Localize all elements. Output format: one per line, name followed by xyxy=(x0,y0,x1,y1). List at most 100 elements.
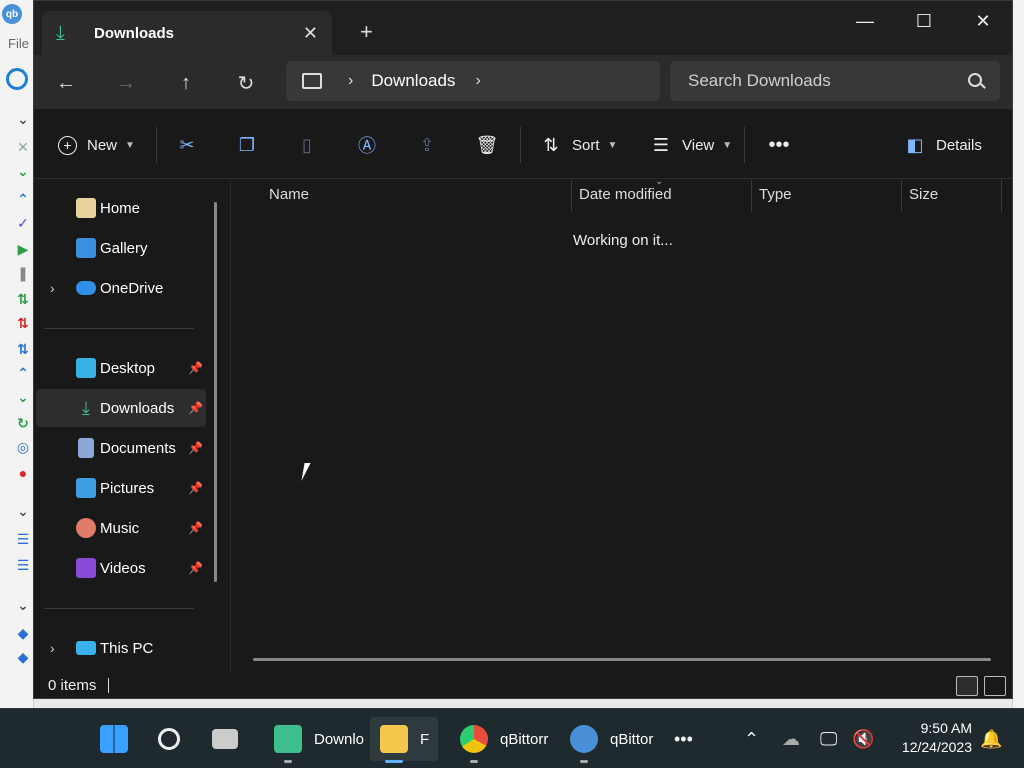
bg-chevron3-icon[interactable]: ⌄ xyxy=(14,596,32,614)
new-tab-button[interactable]: + xyxy=(360,21,373,43)
show-hidden-icons-chevron-icon[interactable]: ⌃ xyxy=(744,729,759,750)
sort-button[interactable]: ⇅ Sort ▼ xyxy=(540,133,617,157)
tiles-view-button[interactable] xyxy=(984,676,1006,696)
bg-error-icon[interactable]: ● xyxy=(14,464,32,482)
pin-icon[interactable]: 📌 xyxy=(188,441,203,455)
view-button[interactable]: ☰ View ▼ xyxy=(650,133,732,157)
address-bar[interactable]: › Downloads › xyxy=(286,61,660,101)
details-view-button[interactable] xyxy=(956,676,978,696)
taskbar-app-label: Downlo xyxy=(314,730,365,748)
bg-play-icon[interactable]: ▶ xyxy=(14,240,32,258)
bg-chevron2-icon[interactable]: ⌄ xyxy=(14,502,32,520)
pin-icon[interactable]: 📌 xyxy=(188,561,203,575)
taskbar-app-file-explorer[interactable]: F xyxy=(370,717,438,763)
bg-sort-blue-icon[interactable]: ⇅ xyxy=(14,340,32,358)
column-divider[interactable] xyxy=(751,180,752,212)
pin-icon[interactable]: 📌 xyxy=(188,361,203,375)
chevron-right-icon[interactable]: › xyxy=(50,280,55,296)
column-header-date-modified[interactable]: Date modified xyxy=(579,186,672,203)
column-divider[interactable] xyxy=(901,180,902,212)
see-more-button[interactable]: ••• xyxy=(768,133,790,157)
maximize-button[interactable]: ☐ xyxy=(901,9,947,33)
notification-bell-icon[interactable]: 🔔 xyxy=(980,729,1002,750)
taskbar-app-downloads[interactable]: Downlo xyxy=(274,717,365,763)
search-icon[interactable] xyxy=(968,73,982,87)
pin-icon[interactable]: 📌 xyxy=(188,521,203,535)
horizontal-scrollbar[interactable] xyxy=(253,658,991,661)
delete-button[interactable]: 🗑 xyxy=(476,133,499,157)
bg-up2-icon[interactable]: ⌃ xyxy=(14,364,32,382)
background-app-window: qb File ⌄ ✕ ⌄ ⌃ ✓ ▶ ❚ ⇅ ⇅ ⇅ ⌃ ⌄ ↻ ◎ ● ⌄ … xyxy=(0,0,34,708)
bg-target-icon[interactable]: ◎ xyxy=(14,438,32,456)
cut-button[interactable]: ✂ xyxy=(176,133,198,157)
search-input[interactable] xyxy=(670,61,1000,101)
bg-chevron-icon[interactable]: ⌄ xyxy=(14,110,32,128)
bg-list2-icon[interactable]: ☰ xyxy=(14,556,32,574)
command-bar: + New ▼ ✂ ❐ ▯ Ⓐ ⇪ 🗑 ⇅ Sort ▼ ☰ View ▼ ••… xyxy=(34,109,1012,179)
copy-button[interactable]: ❐ xyxy=(236,133,258,157)
sidebar-item-documents[interactable]: Documents 📌 xyxy=(36,429,206,467)
sidebar-item-music[interactable]: Music 📌 xyxy=(36,509,206,547)
close-window-button[interactable]: ✕ xyxy=(960,9,1006,33)
sidebar-item-desktop[interactable]: Desktop 📌 xyxy=(36,349,206,387)
sidebar-item-home[interactable]: Home xyxy=(36,189,206,227)
refresh-button[interactable]: ↻ xyxy=(232,69,260,97)
network-icon[interactable]: 🖵 xyxy=(820,729,837,750)
pin-icon[interactable]: 📌 xyxy=(188,481,203,495)
column-divider[interactable] xyxy=(571,180,572,212)
onedrive-offline-icon[interactable]: ☁ xyxy=(782,729,800,750)
sidebar-item-videos[interactable]: Videos 📌 xyxy=(36,549,206,587)
taskbar-app-chrome[interactable]: qBittorr xyxy=(460,717,548,763)
breadcrumb-downloads[interactable]: Downloads xyxy=(371,71,455,91)
tab-title: Downloads xyxy=(94,24,175,42)
bg-pause-icon[interactable]: ❚ xyxy=(14,264,32,282)
paste-button[interactable]: ▯ xyxy=(296,133,318,157)
this-pc-icon[interactable] xyxy=(302,73,322,89)
back-button[interactable]: ← xyxy=(52,69,80,97)
column-header-size[interactable]: Size xyxy=(909,186,938,203)
new-button[interactable]: + New ▼ xyxy=(58,133,135,157)
bg-refresh-icon[interactable]: ↻ xyxy=(14,414,32,432)
search-button[interactable] xyxy=(158,717,180,761)
bg-check-icon[interactable]: ✓ xyxy=(14,214,32,232)
share-button[interactable]: ⇪ xyxy=(416,133,438,157)
up-button[interactable]: ↑ xyxy=(172,69,200,97)
share-icon: ⇪ xyxy=(419,134,435,155)
close-tab-icon[interactable]: ✕ xyxy=(303,23,318,44)
column-header-name[interactable]: Name xyxy=(269,186,309,203)
volume-muted-icon[interactable]: 🔇 xyxy=(852,729,874,750)
bg-shuffle-icon[interactable]: ✕ xyxy=(14,138,32,156)
start-button[interactable] xyxy=(100,717,128,761)
breadcrumb-chevron-icon[interactable]: › xyxy=(348,72,353,90)
breadcrumb-chevron-end-icon[interactable]: › xyxy=(475,72,480,90)
sidebar-item-gallery[interactable]: Gallery xyxy=(36,229,206,267)
bg-down2-icon[interactable]: ⌄ xyxy=(14,388,32,406)
chevron-right-icon[interactable]: › xyxy=(50,640,55,656)
details-button[interactable]: ◧ Details xyxy=(904,133,981,157)
sidebar-item-this-pc[interactable]: › This PC xyxy=(36,629,206,667)
column-divider[interactable] xyxy=(1001,180,1002,212)
taskbar-overflow-icon[interactable]: ••• xyxy=(674,729,693,750)
minimize-button[interactable]: — xyxy=(842,9,888,33)
sidebar-scrollbar[interactable] xyxy=(214,202,217,582)
background-menu-file[interactable]: File xyxy=(8,36,29,51)
sidebar-item-downloads[interactable]: ⤓ Downloads 📌 xyxy=(36,389,206,427)
rename-button[interactable]: Ⓐ xyxy=(356,133,378,157)
bg-sort-green-icon[interactable]: ⇅ xyxy=(14,290,32,308)
forward-button[interactable]: → xyxy=(112,69,140,97)
bg-tag-icon[interactable]: ◆ xyxy=(14,624,32,642)
sidebar-item-onedrive[interactable]: › OneDrive xyxy=(36,269,206,307)
bg-sort-red-icon[interactable]: ⇅ xyxy=(14,314,32,332)
column-header-type[interactable]: Type xyxy=(759,186,792,203)
taskbar-app-qbittorrent[interactable]: qBittor xyxy=(570,717,653,763)
tab-downloads[interactable]: ⤓ Downloads ✕ xyxy=(42,11,332,55)
bg-tag2-icon[interactable]: ◆ xyxy=(14,648,32,666)
bg-add-link-icon[interactable] xyxy=(6,68,28,90)
bg-list-icon[interactable]: ☰ xyxy=(14,530,32,548)
sidebar-item-pictures[interactable]: Pictures 📌 xyxy=(36,469,206,507)
task-view-button[interactable] xyxy=(212,717,238,761)
pin-icon[interactable]: 📌 xyxy=(188,401,203,415)
system-clock[interactable]: 9:50 AM 12/24/2023 xyxy=(888,719,972,757)
bg-up-icon[interactable]: ⌃ xyxy=(14,190,32,208)
bg-down-icon[interactable]: ⌄ xyxy=(14,162,32,180)
